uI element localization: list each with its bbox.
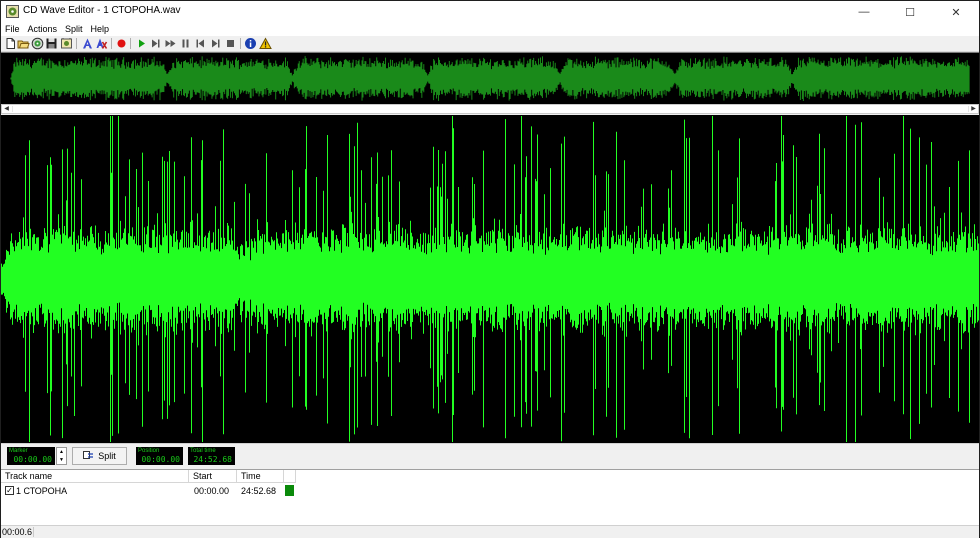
- position-display: Position 00:00.00: [136, 447, 183, 465]
- stop-icon[interactable]: [224, 37, 237, 50]
- warning-icon[interactable]: [259, 37, 272, 50]
- status-bar: 00:00.6: [1, 525, 979, 538]
- maximize-button[interactable]: ☐: [887, 1, 933, 23]
- auto-split-icon[interactable]: [95, 37, 108, 50]
- marker-label: Marker: [9, 448, 28, 454]
- marker-spinner[interactable]: ▲ ▼: [56, 447, 67, 465]
- spin-up-icon[interactable]: ▲: [57, 448, 66, 456]
- play-to-end-icon[interactable]: [149, 37, 162, 50]
- split-icon: [83, 451, 94, 459]
- marker-value: 00:00.00: [13, 455, 52, 464]
- total-time-display: Total time 24:52.68: [188, 447, 235, 465]
- column-header-color[interactable]: [284, 470, 296, 483]
- fast-forward-icon[interactable]: [164, 37, 177, 50]
- column-header-track-name[interactable]: Track name: [1, 470, 189, 483]
- skip-forward-icon[interactable]: [209, 37, 222, 50]
- track-color-swatch[interactable]: [285, 485, 294, 496]
- split-button[interactable]: Split: [72, 447, 127, 465]
- main-waveform[interactable]: [1, 115, 979, 443]
- track-start-cell: 00:00.00: [194, 486, 230, 496]
- position-label: Position: [138, 448, 160, 454]
- cd-icon[interactable]: [31, 37, 44, 50]
- save-icon[interactable]: [45, 37, 58, 50]
- column-header-start[interactable]: Start: [189, 470, 237, 483]
- total-time-value: 24:52.68: [193, 455, 232, 464]
- pause-icon[interactable]: [179, 37, 192, 50]
- app-window: CD Wave Editor - 1 СТОРОНА.wav — ☐ ✕ Fil…: [0, 0, 980, 538]
- app-logo-icon: [6, 5, 19, 18]
- position-value: 00:00.00: [141, 455, 180, 464]
- status-time: 00:00.6: [2, 527, 33, 537]
- play-icon[interactable]: [135, 37, 148, 50]
- marker-icon[interactable]: [81, 37, 94, 50]
- toolbar: [1, 36, 979, 52]
- menu-actions[interactable]: Actions: [24, 23, 62, 36]
- horizontal-scrollbar[interactable]: ◀ ▶: [1, 104, 979, 114]
- title-bar: CD Wave Editor - 1 СТОРОНА.wav — ☐ ✕: [1, 1, 979, 23]
- track-time-cell: 24:52.68: [241, 486, 277, 496]
- record-icon[interactable]: [115, 37, 128, 50]
- open-icon[interactable]: [17, 37, 30, 50]
- scrollbar-thumb[interactable]: [12, 106, 969, 112]
- track-list: Track name Start Time ✓ 1 СТОРОНА 00:00.…: [1, 469, 979, 525]
- control-bar: Marker 00:00.00 ▲ ▼ Split Position 00:00…: [1, 443, 979, 469]
- total-time-label: Total time: [190, 448, 216, 454]
- settings-icon[interactable]: [60, 37, 73, 50]
- toolbar-separator: [111, 38, 112, 49]
- toolbar-separator: [130, 38, 131, 49]
- toolbar-separator: [76, 38, 77, 49]
- menu-help[interactable]: Help: [87, 23, 114, 36]
- column-header-time[interactable]: Time: [237, 470, 284, 483]
- window-title: CD Wave Editor - 1 СТОРОНА.wav: [23, 5, 181, 16]
- skip-back-icon[interactable]: [194, 37, 207, 50]
- close-button[interactable]: ✕: [933, 1, 979, 23]
- menu-split[interactable]: Split: [61, 23, 87, 36]
- track-name-cell[interactable]: 1 СТОРОНА: [16, 485, 67, 498]
- track-checkbox[interactable]: ✓: [5, 486, 14, 495]
- menu-bar: File Actions Split Help: [1, 23, 979, 36]
- minimize-button[interactable]: —: [841, 1, 887, 23]
- status-pane: [33, 527, 977, 537]
- marker-display: Marker 00:00.00: [7, 447, 55, 465]
- menu-file[interactable]: File: [1, 23, 24, 36]
- scroll-right-icon[interactable]: ▶: [969, 105, 978, 113]
- toolbar-separator: [240, 38, 241, 49]
- spin-down-icon[interactable]: ▼: [57, 456, 66, 464]
- info-icon[interactable]: [244, 37, 257, 50]
- split-button-label: Split: [98, 451, 116, 461]
- scroll-left-icon[interactable]: ◀: [2, 105, 11, 113]
- overview-waveform[interactable]: [1, 52, 979, 104]
- new-icon[interactable]: [4, 37, 17, 50]
